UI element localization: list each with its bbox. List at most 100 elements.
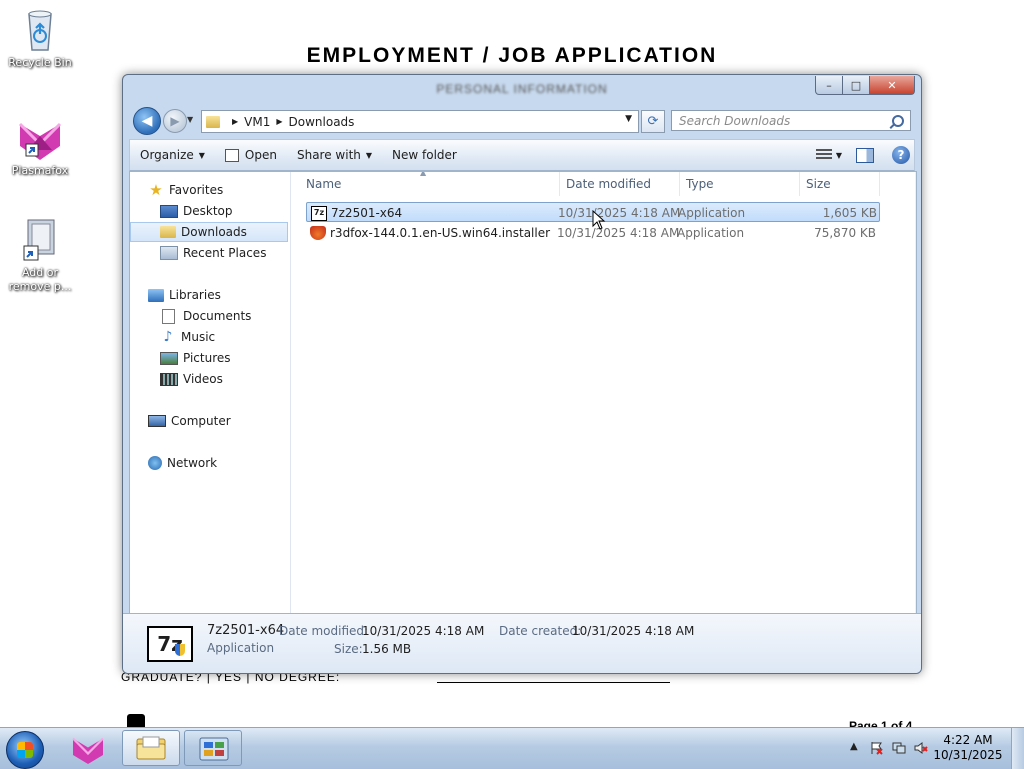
file-type: Application <box>678 206 746 220</box>
mouse-cursor-icon <box>592 210 606 230</box>
help-icon[interactable]: ? <box>892 146 910 164</box>
nav-label: Downloads <box>181 225 247 239</box>
views-dropdown-icon[interactable]: ▼ <box>836 151 842 160</box>
7zip-icon: 7z <box>311 206 327 221</box>
file-name: r3dfox-144.0.1.en-US.win64.installer <box>330 226 551 240</box>
views-icon[interactable] <box>815 149 832 161</box>
nav-downloads[interactable]: Downloads <box>130 222 288 242</box>
r3dfox-icon <box>310 226 326 240</box>
column-date-modified[interactable]: Date modified <box>560 172 680 196</box>
nav-recent-places[interactable]: Recent Places <box>130 243 318 263</box>
nav-label: Libraries <box>169 288 221 302</box>
taskbar-explorer[interactable] <box>122 730 180 766</box>
nav-label: Favorites <box>169 183 224 197</box>
nav-pictures[interactable]: Pictures <box>130 348 318 368</box>
desktop-icon-plasmafox[interactable]: Plasmafox <box>0 114 80 178</box>
file-date: 10/31/2025 4:18 AM <box>558 206 681 220</box>
file-size: 1,605 KB <box>822 206 877 220</box>
new-folder-button[interactable]: New folder <box>382 140 467 170</box>
address-dropdown-icon[interactable]: ▼ <box>625 114 632 124</box>
preview-pane-icon[interactable] <box>856 147 874 163</box>
navigation-pane: ★ Favorites Desktop Downloads Recent Plac… <box>130 172 291 614</box>
programs-icon <box>16 216 64 264</box>
file-type: Application <box>677 226 745 240</box>
new-folder-label: New folder <box>392 148 457 162</box>
taskbar-plasmafox[interactable] <box>70 734 106 767</box>
refresh-button[interactable]: ⟳ <box>641 110 665 133</box>
clock[interactable]: 4:22 AM 10/31/2025 <box>932 733 1004 763</box>
nav-documents[interactable]: Documents <box>130 306 318 326</box>
content-area: ★ Favorites Desktop Downloads Recent Plac… <box>129 171 917 615</box>
details-type: Application <box>207 641 275 655</box>
details-date-created: 10/31/2025 4:18 AM <box>572 624 695 638</box>
show-hidden-icons-icon[interactable]: ▲ <box>850 741 860 755</box>
nav-libraries[interactable]: Libraries <box>130 285 306 305</box>
share-with-button[interactable]: Share with ▼ <box>287 140 382 170</box>
file-size: 75,870 KB <box>814 226 876 240</box>
chevron-down-icon: ▼ <box>365 150 373 160</box>
file-date: 10/31/2025 4:18 AM <box>557 226 680 240</box>
nav-label: Computer <box>171 414 231 428</box>
details-date-modified-label: Date modified: <box>279 624 369 638</box>
star-icon: ★ <box>149 181 163 199</box>
downloads-folder-icon <box>160 226 176 238</box>
videos-icon <box>160 372 178 386</box>
nav-computer[interactable]: Computer <box>130 411 306 431</box>
nav-label: Network <box>167 456 218 470</box>
details-date-modified: 10/31/2025 4:18 AM <box>362 624 485 638</box>
search-input[interactable]: Search Downloads <box>671 110 911 131</box>
start-button[interactable] <box>6 731 44 769</box>
title-bar[interactable]: PERSONAL INFORMATION – □ ✕ <box>123 75 921 103</box>
desktop-icon <box>160 204 178 218</box>
libraries-icon <box>148 288 164 302</box>
close-button[interactable]: ✕ <box>870 76 915 95</box>
maximize-button[interactable]: □ <box>843 76 870 95</box>
window-title: PERSONAL INFORMATION <box>436 82 608 96</box>
action-center-flag-icon[interactable] <box>870 741 884 755</box>
search-icon[interactable] <box>892 115 904 127</box>
network-status-icon[interactable] <box>892 741 906 755</box>
back-button[interactable]: ◀ <box>133 107 161 135</box>
file-name: 7z2501-x64 <box>331 206 403 220</box>
address-bar[interactable]: ▶ VM1 ▶ Downloads ▼ <box>201 110 639 133</box>
nav-music[interactable]: ♪ Music <box>130 327 318 347</box>
breadcrumb-downloads[interactable]: Downloads <box>289 115 355 129</box>
nav-videos[interactable]: Videos <box>130 369 318 389</box>
taskbar-control-panel[interactable] <box>184 730 242 766</box>
volume-muted-icon[interactable] <box>914 741 928 755</box>
recent-places-icon <box>160 246 178 260</box>
minimize-button[interactable]: – <box>815 76 843 95</box>
explorer-folder-icon <box>136 736 166 760</box>
nav-favorites[interactable]: ★ Favorites <box>130 180 306 200</box>
organize-button[interactable]: Organize ▼ <box>130 140 215 170</box>
nav-desktop[interactable]: Desktop <box>130 201 318 221</box>
chevron-down-icon: ▼ <box>198 150 205 160</box>
column-name[interactable]: Name <box>292 172 560 196</box>
scrollbar-track[interactable] <box>915 172 916 614</box>
desktop-icon-add-remove-programs[interactable]: Add or remove p... <box>0 216 80 294</box>
breadcrumb-vm1[interactable]: VM1 <box>244 115 270 129</box>
forward-button[interactable]: ▶ <box>163 109 187 133</box>
column-size[interactable]: Size <box>800 172 880 196</box>
recent-pages-dropdown[interactable]: ▼ <box>187 115 193 124</box>
details-name: 7z2501-x64 <box>207 623 285 638</box>
details-size: 1.56 MB <box>362 642 412 656</box>
open-label: Open <box>244 148 277 162</box>
chevron-right-icon[interactable]: ▶ <box>276 117 282 126</box>
nav-label: Pictures <box>183 351 231 365</box>
column-type[interactable]: Type <box>680 172 800 196</box>
nav-network[interactable]: Network <box>130 453 306 473</box>
folder-icon <box>206 115 220 128</box>
open-button[interactable]: Open <box>215 140 287 170</box>
arrow-right-icon: ▶ <box>170 114 180 128</box>
chevron-right-icon[interactable]: ▶ <box>232 117 238 126</box>
show-desktop-button[interactable] <box>1011 728 1024 769</box>
nav-label: Documents <box>183 309 252 323</box>
document-title: EMPLOYMENT / JOB APPLICATION <box>306 44 718 67</box>
uac-shield-icon <box>175 644 185 656</box>
desktop-icon-recycle-bin[interactable]: Recycle Bin <box>0 6 80 70</box>
computer-icon <box>148 415 166 427</box>
nav-label: Recent Places <box>183 246 267 260</box>
clock-time: 4:22 AM <box>943 733 993 747</box>
documents-icon <box>162 308 175 324</box>
